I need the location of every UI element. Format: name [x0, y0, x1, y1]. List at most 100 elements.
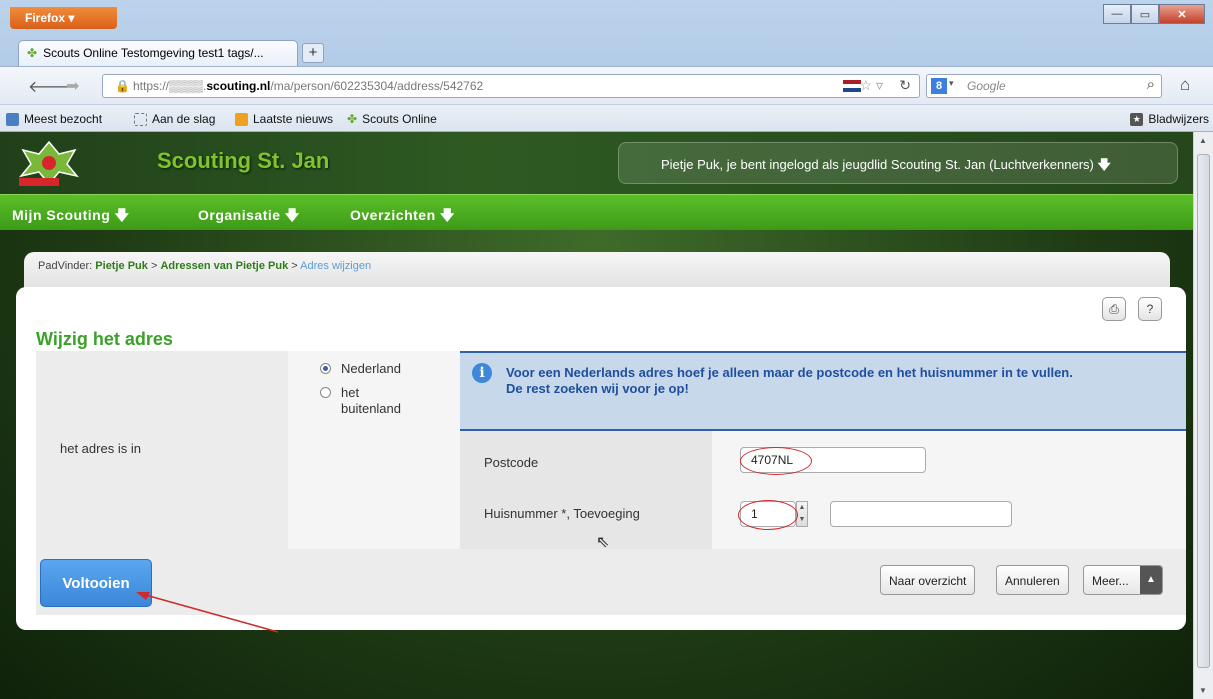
rss-icon	[235, 112, 248, 126]
bookmark-aan-de-slag[interactable]: Aan de slag	[134, 112, 215, 126]
menu-label: Organisatie	[198, 207, 281, 223]
tab-title: Scouts Online Testomgeving test1 tags/..…	[43, 46, 264, 60]
breadcrumb-prefix: PadVinder:	[38, 260, 93, 272]
bookmark-laatste-nieuws[interactable]: Laatste nieuws	[235, 112, 333, 126]
breadcrumb: PadVinder: Pietje Puk > Adressen van Pie…	[24, 252, 1170, 288]
reload-icon[interactable]: ↻	[899, 77, 911, 94]
url-bar[interactable]: 🔒 https://▒▒▒▒.scouting.nl/ma/person/602…	[102, 74, 920, 98]
address-location-label: het adres is in	[60, 441, 141, 456]
arrow-down-icon: 🡇	[114, 207, 130, 223]
new-tab-button[interactable]: +	[302, 43, 324, 63]
breadcrumb-separator: >	[150, 260, 158, 272]
bookmark-meest-bezocht[interactable]: Meest bezocht	[6, 112, 102, 126]
stepper-down-icon[interactable]: ▼	[797, 514, 807, 526]
main-menu: Mijn Scouting 🡇 Organisatie 🡇 Overzichte…	[0, 194, 1193, 230]
url-path: /ma/person/602235304/address/542762	[270, 79, 484, 93]
firefox-menu-label: Firefox	[25, 11, 66, 25]
tab-strip: ✤ Scouts Online Testomgeving test1 tags/…	[0, 36, 1213, 66]
menu-label: Mijn Scouting	[12, 207, 111, 223]
bookmarks-menu-button[interactable]: ★ Bladwijzers	[1130, 112, 1209, 126]
menu-overzichten[interactable]: Overzichten 🡇	[350, 205, 455, 229]
user-login-box[interactable]: Pietje Puk, je bent ingelogd als jeugdli…	[618, 142, 1178, 184]
breadcrumb-current: Adres wijzigen	[300, 260, 372, 272]
bookmark-label: Scouts Online	[362, 112, 437, 126]
firefox-menu-button[interactable]: Firefox ▾	[10, 7, 117, 29]
help-icon[interactable]: ?	[1138, 297, 1162, 321]
annotation-ellipse	[738, 500, 798, 530]
annuleren-button[interactable]: Annuleren	[996, 565, 1069, 595]
google-icon[interactable]: 8	[931, 78, 947, 94]
menu-organisatie[interactable]: Organisatie 🡇	[198, 205, 300, 229]
radio-nederland[interactable]: Nederland	[320, 361, 401, 376]
url-redacted: ▒▒▒▒.	[169, 79, 207, 93]
voltooien-button[interactable]: Voltooien	[40, 559, 152, 607]
maximize-icon[interactable]: ▭	[1131, 4, 1159, 24]
info-text-line1: Voor een Nederlands adres hoef je alleen…	[506, 365, 1073, 380]
page-title: Wijzig het adres	[36, 329, 173, 349]
scouting-favicon-icon: ✤	[27, 46, 38, 60]
close-icon[interactable]: ✕	[1159, 4, 1205, 24]
mouse-cursor-icon: ⇖	[596, 534, 610, 551]
forward-icon[interactable]: ➡	[66, 76, 79, 96]
search-icon[interactable]: ⌕	[1147, 76, 1155, 93]
naar-overzicht-button[interactable]: Naar overzicht	[880, 565, 976, 595]
print-icon[interactable]: ⎙	[1102, 297, 1126, 321]
vertical-scrollbar[interactable]: ▲ ▼	[1193, 132, 1213, 699]
most-visited-icon	[6, 112, 19, 126]
site-title[interactable]: Scouting St. Jan	[157, 148, 329, 174]
url-host: scouting.nl	[206, 79, 271, 93]
home-icon[interactable]: ⌂	[1180, 75, 1190, 95]
radio-button-selected[interactable]	[320, 363, 331, 374]
info-text-line2: De rest zoeken wij voor je op!	[506, 381, 689, 396]
chevron-up-icon[interactable]: ▲	[1140, 566, 1162, 594]
address-fields-column: i Voor een Nederlands adres hoef je alle…	[460, 351, 1186, 549]
bookmarks-toolbar: Meest bezocht Aan de slag Laatste nieuws…	[0, 104, 1213, 132]
bookmark-scouts-online[interactable]: ✤ Scouts Online	[347, 112, 437, 126]
dutch-flag-icon	[843, 80, 861, 92]
search-input[interactable]: 8 ▾ Google ⌕	[926, 74, 1162, 98]
bookmark-star-icon[interactable]: ☆ ▿	[860, 77, 883, 94]
scouting-favicon-icon: ✤	[347, 112, 358, 126]
site-header: Scouting St. Jan Pietje Puk, je bent ing…	[0, 132, 1193, 194]
radio-label: Nederland	[341, 361, 401, 376]
meer-button[interactable]: Meer... ▲	[1083, 565, 1163, 595]
navigation-toolbar: 🡐 ➡ 🔒 https://▒▒▒▒.scouting.nl/ma/person…	[0, 66, 1213, 104]
menu-label: Overzichten	[350, 207, 436, 223]
scouting-logo[interactable]	[15, 138, 83, 188]
stepper-up-icon[interactable]: ▲	[797, 502, 807, 514]
annotation-ellipse	[740, 447, 812, 475]
form-panel: ⎙ ? Wijzig het adres het adres is in Ned…	[16, 287, 1186, 630]
form-label-column: het adres is in	[36, 351, 288, 549]
radio-button[interactable]	[320, 387, 331, 398]
fields-label-cell: Postcode Huisnummer *, Toevoeging	[460, 431, 712, 549]
window-titlebar: Firefox ▾ — ▭ ✕	[0, 0, 1213, 36]
url-prefix: https://	[133, 79, 170, 93]
huisnummer-label: Huisnummer *, Toevoeging	[484, 506, 640, 521]
search-engine-dropdown-icon[interactable]: ▾	[949, 78, 954, 89]
arrow-down-icon[interactable]: 🡇	[1098, 157, 1111, 172]
bookmark-label: Aan de slag	[152, 112, 216, 126]
back-icon[interactable]: 🡐	[28, 76, 71, 97]
breadcrumb-link-addresses[interactable]: Adressen van Pietje Puk	[160, 260, 288, 272]
tab-active[interactable]: ✤ Scouts Online Testomgeving test1 tags/…	[18, 40, 298, 66]
info-message: i Voor een Nederlands adres hoef je alle…	[460, 351, 1186, 431]
window-controls: — ▭ ✕	[1103, 4, 1205, 24]
country-radio-group: Nederland het buitenland	[288, 351, 460, 549]
scrollbar-thumb[interactable]	[1197, 154, 1210, 668]
breadcrumb-separator: >	[291, 260, 298, 272]
radio-buitenland[interactable]: het buitenland	[320, 385, 440, 417]
info-icon: i	[472, 363, 492, 383]
bookmark-label: Meest bezocht	[24, 112, 103, 126]
scroll-up-icon[interactable]: ▲	[1199, 136, 1207, 145]
toevoeging-field[interactable]	[830, 501, 1012, 527]
bookmarks-star-icon: ★	[1130, 112, 1144, 126]
browser-chrome: Firefox ▾ — ▭ ✕ ✤ Scouts Online Testomge…	[0, 0, 1213, 132]
menu-mijn-scouting[interactable]: Mijn Scouting 🡇	[12, 205, 130, 229]
search-placeholder: Google	[967, 79, 1006, 93]
minimize-icon[interactable]: —	[1103, 4, 1131, 24]
radio-label: het buitenland	[341, 385, 401, 416]
breadcrumb-link-person[interactable]: Pietje Puk	[95, 260, 148, 272]
scroll-down-icon[interactable]: ▼	[1199, 686, 1207, 695]
lock-icon: 🔒	[115, 79, 130, 93]
meer-label: Meer...	[1092, 574, 1129, 588]
